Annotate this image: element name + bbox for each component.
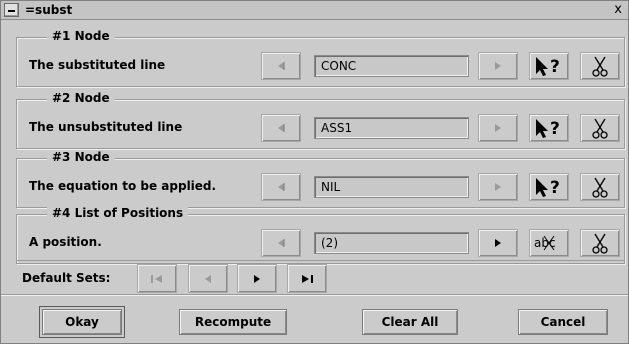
previous-value-button[interactable] xyxy=(261,114,301,142)
title-bar: =subst x xyxy=(1,1,628,20)
next-set-button[interactable] xyxy=(237,264,277,293)
group-label: The equation to be applied. xyxy=(29,179,217,193)
abc-scissors-icon: abc xyxy=(534,235,556,251)
scissors-icon xyxy=(592,118,608,139)
recompute-button[interactable]: Recompute xyxy=(179,309,287,335)
pick-node-button[interactable]: ? xyxy=(529,114,569,142)
prev-icon xyxy=(205,274,211,283)
group-label: A position. xyxy=(29,235,102,249)
cancel-button[interactable]: Cancel xyxy=(518,309,608,335)
last-set-button[interactable] xyxy=(287,264,327,293)
group-label: The substituted line xyxy=(29,58,166,72)
svg-text:?: ? xyxy=(550,178,560,198)
pick-node-button[interactable]: ? xyxy=(529,52,569,80)
group-title: #4 List of Positions xyxy=(47,206,189,220)
cut-button[interactable] xyxy=(580,52,620,80)
arrow-left-icon xyxy=(278,239,285,247)
group-title: #1 Node xyxy=(47,29,115,43)
previous-value-button[interactable] xyxy=(261,229,301,257)
arrow-left-icon xyxy=(278,62,285,70)
cut-button[interactable] xyxy=(580,173,620,201)
okay-button[interactable]: Okay xyxy=(39,306,125,338)
next-value-button[interactable] xyxy=(478,173,518,201)
pointer-help-icon: ? xyxy=(536,119,560,139)
last-icon xyxy=(302,274,313,283)
scissors-icon xyxy=(592,233,608,254)
arrow-right-icon xyxy=(495,62,501,70)
default-sets-row: Default Sets: xyxy=(16,260,625,293)
group-node-2: #2 Node The unsubstituted line ASS1 ? xyxy=(16,91,625,149)
group-list-of-positions: #4 List of Positions A position. (2) abc xyxy=(16,206,625,264)
svg-text:?: ? xyxy=(550,119,560,139)
subst-dialog: =subst x #1 Node The substituted line CO… xyxy=(0,0,629,344)
group-title: #2 Node xyxy=(47,91,115,105)
group-title: #3 Node xyxy=(47,150,115,164)
close-button[interactable]: x xyxy=(614,2,622,17)
node-value-field[interactable]: CONC xyxy=(314,55,469,77)
edit-position-button[interactable]: abc xyxy=(529,229,569,257)
window-title: =subst xyxy=(25,3,73,17)
cut-button[interactable] xyxy=(580,114,620,142)
next-icon xyxy=(254,274,260,283)
pick-node-button[interactable]: ? xyxy=(529,173,569,201)
scissors-icon xyxy=(592,177,608,198)
scissors-icon xyxy=(592,56,608,77)
first-icon xyxy=(151,274,162,283)
arrow-right-icon xyxy=(495,183,501,191)
previous-set-button[interactable] xyxy=(188,264,228,293)
svg-text:?: ? xyxy=(550,57,560,77)
next-value-button[interactable] xyxy=(478,229,518,257)
first-set-button[interactable] xyxy=(137,264,177,293)
group-label: The unsubstituted line xyxy=(29,120,183,134)
arrow-right-icon xyxy=(495,124,501,132)
window-menu-button[interactable] xyxy=(4,3,19,17)
arrow-left-icon xyxy=(278,124,285,132)
previous-value-button[interactable] xyxy=(261,173,301,201)
arrow-left-icon xyxy=(278,183,285,191)
default-sets-label: Default Sets: xyxy=(22,271,111,285)
clear-all-button[interactable]: Clear All xyxy=(362,309,458,335)
group-node-1: #1 Node The substituted line CONC ? xyxy=(16,29,625,87)
node-value-field[interactable]: ASS1 xyxy=(314,117,469,139)
arrow-right-icon xyxy=(495,239,501,247)
node-value-field[interactable]: NIL xyxy=(314,176,469,198)
pointer-help-icon: ? xyxy=(536,178,560,198)
group-node-3: #3 Node The equation to be applied. NIL … xyxy=(16,150,625,208)
pointer-help-icon: ? xyxy=(536,57,560,77)
action-bar: Okay Recompute Clear All Cancel xyxy=(1,294,628,343)
next-value-button[interactable] xyxy=(478,52,518,80)
cut-button[interactable] xyxy=(580,229,620,257)
next-value-button[interactable] xyxy=(478,114,518,142)
previous-value-button[interactable] xyxy=(261,52,301,80)
position-value-field[interactable]: (2) xyxy=(314,232,469,254)
